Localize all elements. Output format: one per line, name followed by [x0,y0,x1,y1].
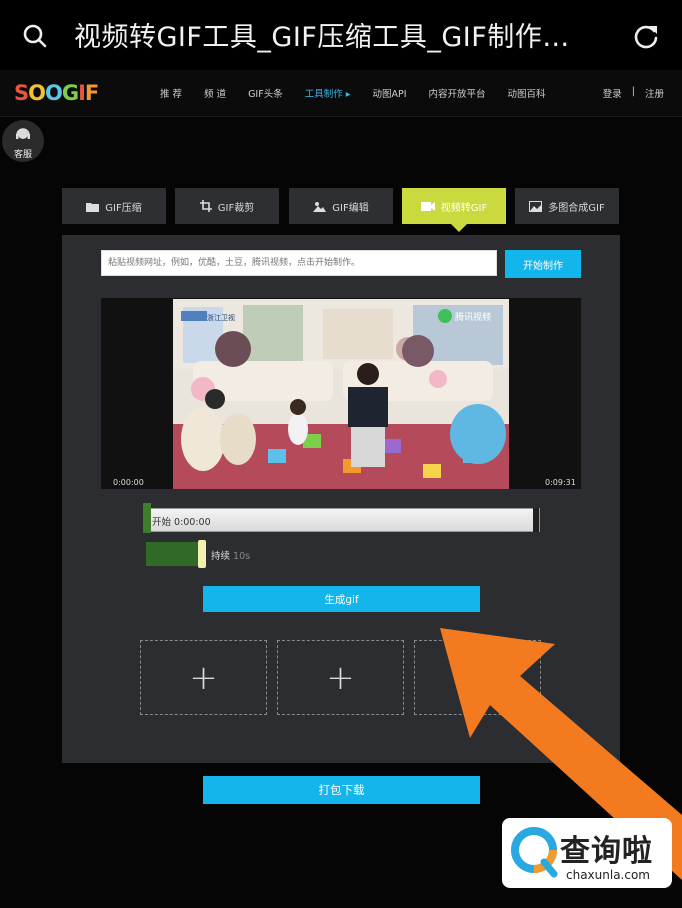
video-icon [420,201,435,212]
site-watermark: 查询啦 chaxunla.com [502,818,672,888]
trim-start-bar[interactable]: 开始 0:00:00 [143,508,540,532]
page-title[interactable]: 视频转GIF工具_GIF压缩工具_GIF制作… [74,15,614,54]
duration-text: 持续 [211,551,231,562]
tab-0[interactable]: GIF压缩 [62,188,166,224]
watermark-cn: 查询啦 [560,834,653,869]
tool-tabs: GIF压缩 GIF裁剪 GIF编辑 视频转GIF 多图合成GIF [62,188,620,224]
tab-label: 视频转GIF [440,202,488,214]
gif-slot-1[interactable]: + [140,640,267,715]
headset-icon [16,128,30,139]
crop-icon [199,200,212,212]
customer-service-button[interactable]: 客服 [2,120,44,162]
generate-gif-button[interactable]: 生成gif [203,586,480,612]
nav-item[interactable]: 内容开放平台 [429,86,486,100]
nav-menu: 推 荐 频 道 GIF头条 工具制作 ▸ 动图API 内容开放平台 动图百科 [160,86,568,100]
login-link[interactable]: 登录 [603,86,622,100]
nav-item[interactable]: GIF头条 [248,86,283,100]
video-start-time: 0:00:00 [113,478,144,487]
nav-item[interactable]: 频 道 [204,86,226,100]
logo-letter: F [84,81,99,105]
channel-logo: 浙江卫视 [207,313,235,322]
tab-2[interactable]: GIF编辑 [289,188,393,224]
search-icon[interactable] [22,23,48,49]
tab-label: GIF压缩 [105,202,142,214]
site-logo[interactable]: SOOGIF [14,80,99,106]
service-label: 客服 [13,150,32,160]
logo-letter: S [14,81,29,105]
logo-letter: O [28,81,46,105]
watermark-logo-icon [511,827,558,878]
images-icon [529,200,543,212]
logo-letter: I [78,81,86,105]
tab-label: GIF编辑 [332,202,369,214]
duration-label: 持续 10s [211,548,250,562]
browser-top-bar: 视频转GIF工具_GIF压缩工具_GIF制作… [0,0,682,70]
nav-item[interactable]: 动图百科 [508,86,546,100]
video-watermark: 腾讯视频 [455,311,491,323]
tab-3[interactable]: 视频转GIF [402,188,506,224]
gif-slot-2[interactable]: + [277,640,404,715]
nav-item[interactable]: 推 荐 [160,86,182,100]
trim-end-handle[interactable] [533,508,539,532]
download-all-button[interactable]: 打包下载 [203,776,480,804]
video-end-time: 0:09:31 [545,478,576,487]
separator: | [631,86,635,97]
tab-label: 多图合成GIF [548,202,605,214]
trim-start-label: 开始 0:00:00 [152,517,211,528]
video-frame: 浙江卫视 腾讯视频 [173,299,509,489]
video-url-input[interactable] [101,250,497,276]
nav-item[interactable]: 动图API [373,86,407,100]
site-nav: SOOGIF 推 荐频 道 GIF头条 工具制作 ▸ 动图API 内容开放平台 动图百科 … [0,70,682,117]
start-button[interactable]: 开始制作 [505,250,581,278]
trim-start-handle[interactable] [143,503,151,533]
gif-slot-3[interactable] [414,640,541,715]
folder-icon [86,201,100,212]
nav-item[interactable]: 工具制作 ▸ [305,86,351,100]
logo-letter: G [61,81,79,105]
duration-value: 10s [233,551,251,562]
reload-icon[interactable] [632,22,660,50]
logo-letter: O [44,81,63,105]
tab-4[interactable]: 多图合成GIF [515,188,619,224]
register-link[interactable]: 注册 [645,86,664,100]
tab-1[interactable]: GIF裁剪 [175,188,279,224]
account-links: 登录 | 注册 [603,86,664,100]
watermark-en: chaxunla.com [566,868,650,882]
tab-label: GIF裁剪 [217,202,255,214]
image-edit-icon [313,201,327,212]
active-tab-pointer [451,224,467,232]
duration-handle[interactable] [198,540,206,568]
duration-bar[interactable] [146,542,200,566]
